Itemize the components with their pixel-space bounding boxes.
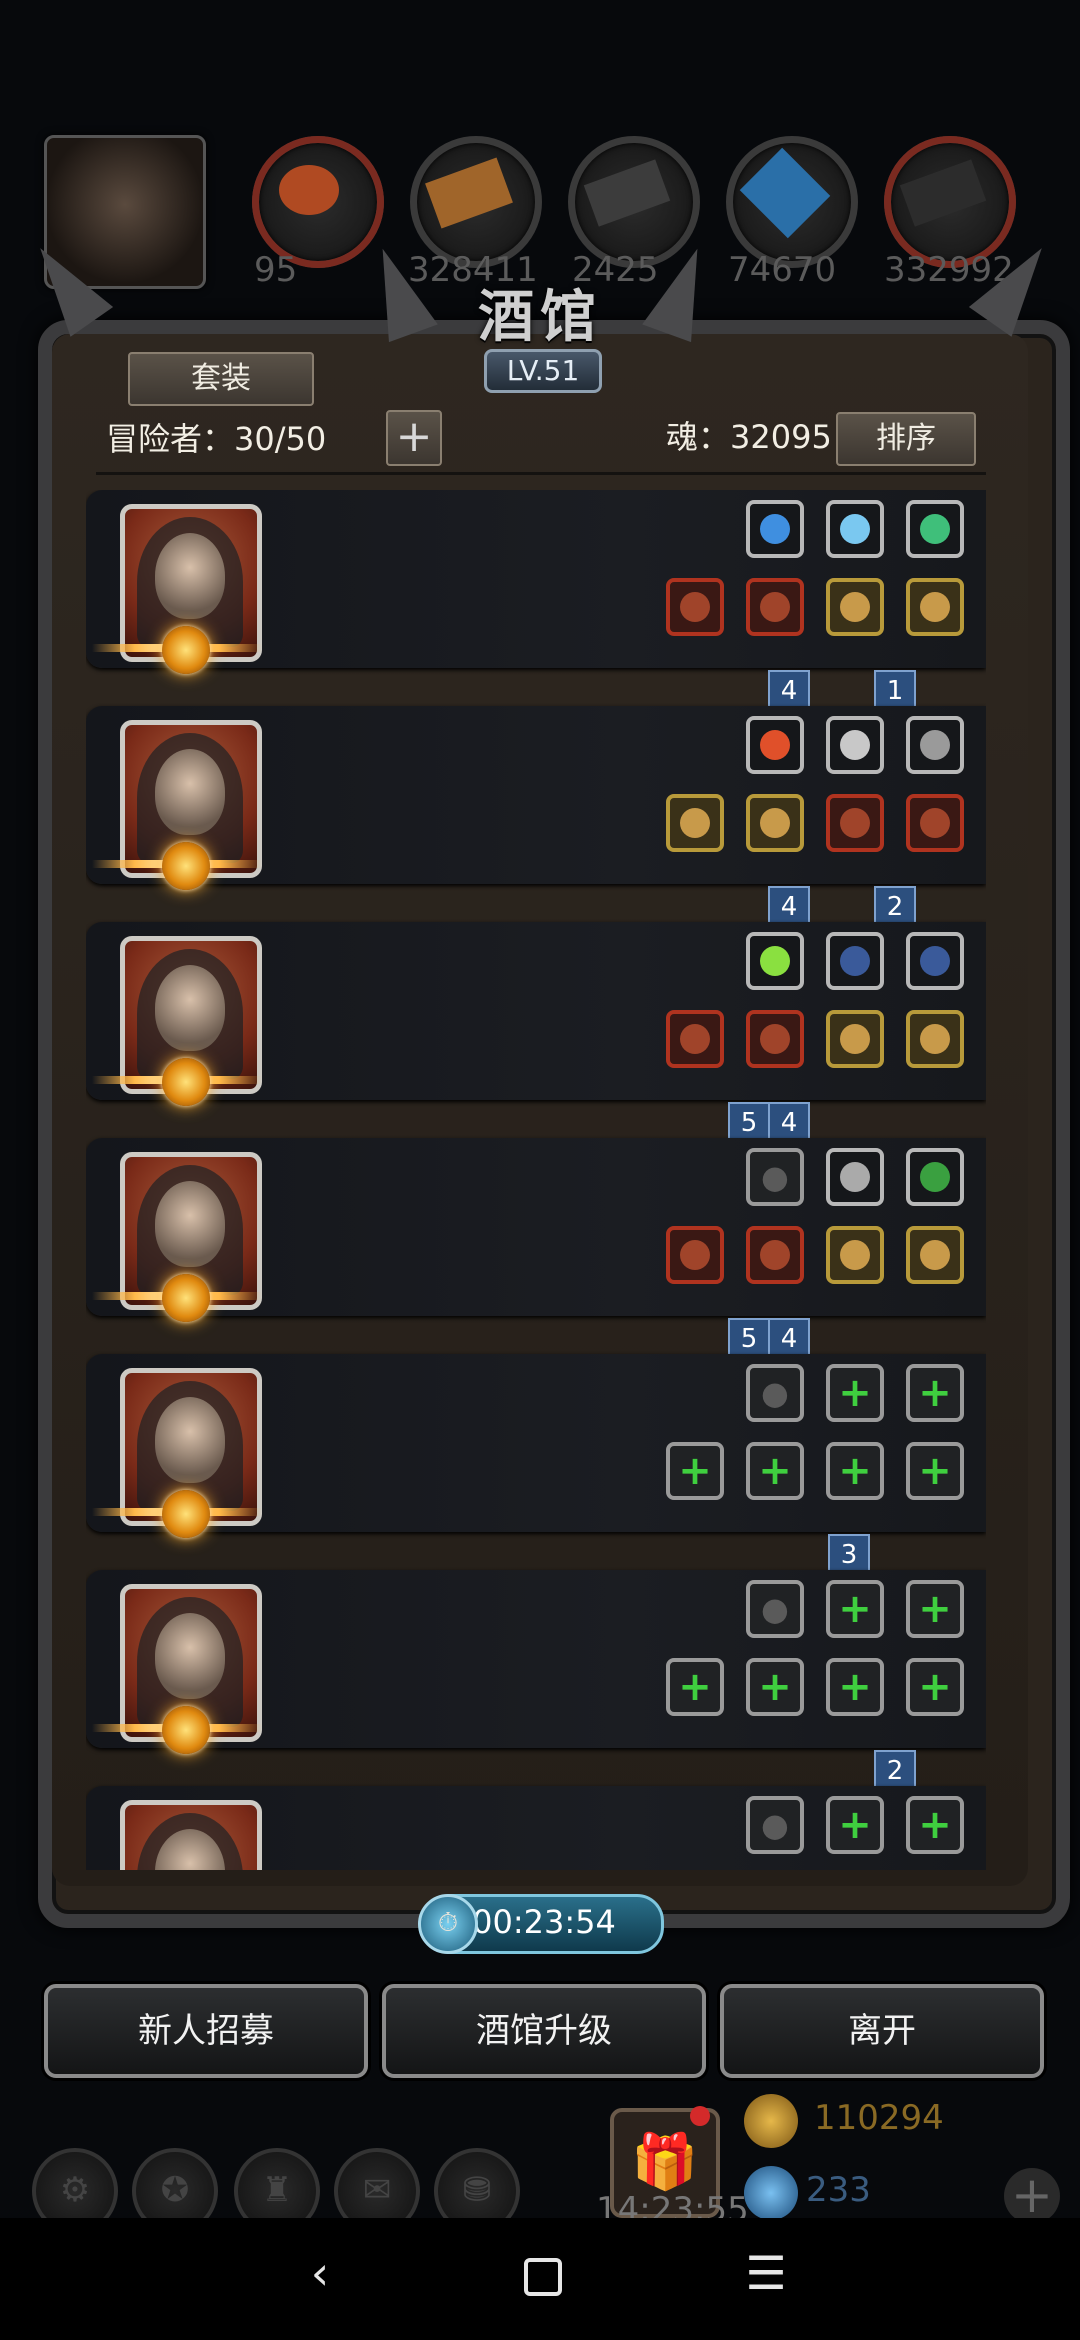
bow-icon[interactable]	[826, 932, 884, 990]
equipment-slot-icon[interactable]	[746, 1010, 804, 1068]
fire-orb-icon[interactable]	[746, 716, 804, 774]
blue-orb-icon[interactable]	[746, 500, 804, 558]
add-equipment-slot-icon[interactable]: +	[906, 1658, 964, 1716]
equipment-slot-icon[interactable]	[746, 794, 804, 852]
crystal-value: 74670	[728, 250, 837, 290]
bow-icon[interactable]	[906, 932, 964, 990]
equipment-slot-icon[interactable]	[826, 1010, 884, 1068]
sort-button[interactable]: 排序	[836, 412, 976, 466]
equipment-slot-icon[interactable]	[826, 1226, 884, 1284]
dagger-icon[interactable]	[826, 1148, 884, 1206]
equipment-slot-icon[interactable]	[906, 1226, 964, 1284]
equipment-slot-icon[interactable]	[826, 578, 884, 636]
empty-rune-slot-icon[interactable]: ●	[746, 1148, 804, 1206]
equipment-slot-icon[interactable]	[906, 794, 964, 852]
menu-icon[interactable]: ☰	[736, 2246, 796, 2300]
notification-dot	[690, 2106, 710, 2126]
equipment-slot-icon[interactable]	[746, 1226, 804, 1284]
wood-icon[interactable]	[410, 136, 542, 268]
home-icon[interactable]	[524, 2258, 562, 2296]
empty-rune-slot-icon[interactable]: ●	[746, 1364, 804, 1422]
ore-icon[interactable]	[884, 136, 1016, 268]
add-currency-icon[interactable]: +	[1004, 2168, 1060, 2224]
add-rune-slot-icon[interactable]: +	[826, 1364, 884, 1422]
gold-amount: 110294	[814, 2098, 944, 2138]
outfit-button[interactable]: 套装	[128, 352, 314, 406]
rank-emblem-icon	[162, 1706, 210, 1754]
meat-value: 95	[254, 250, 298, 290]
leave-button[interactable]: 离开	[720, 1984, 1044, 2078]
hero-card[interactable]	[86, 706, 986, 890]
equipment-slot-icon[interactable]	[666, 578, 724, 636]
add-equipment-slot-icon[interactable]: +	[746, 1442, 804, 1500]
equipment-slot-icon[interactable]	[746, 578, 804, 636]
feather-icon[interactable]	[906, 716, 964, 774]
header-divider	[96, 472, 986, 475]
crystal-icon[interactable]	[726, 136, 858, 268]
add-equipment-slot-icon[interactable]: +	[826, 1658, 884, 1716]
hero-card[interactable]: ● + + + + + +	[86, 1354, 986, 1538]
soul-count: 魂：32095	[666, 418, 832, 456]
meat-icon[interactable]	[252, 136, 384, 268]
adventurer-count: 冒险者：30/50	[106, 420, 327, 458]
empty-rune-slot-icon[interactable]: ●	[746, 1580, 804, 1638]
equipment-slot-icon[interactable]	[906, 578, 964, 636]
tavern-title: 酒馆	[478, 284, 602, 350]
hero-card[interactable]	[86, 922, 986, 1106]
green-gem-icon[interactable]	[906, 500, 964, 558]
hero-portrait[interactable]	[120, 1800, 262, 1870]
add-rune-slot-icon[interactable]: +	[826, 1580, 884, 1638]
add-equipment-slot-icon[interactable]: +	[666, 1658, 724, 1716]
gem-amount: 233	[806, 2170, 871, 2210]
rank-emblem-icon	[162, 626, 210, 674]
add-equipment-slot-icon[interactable]: +	[906, 1442, 964, 1500]
gem-icon	[744, 2166, 798, 2220]
add-rune-slot-icon[interactable]: +	[906, 1580, 964, 1638]
tavern-level-badge: LV.51	[484, 349, 602, 393]
hero-card[interactable]: ● + + + + + +	[86, 1570, 986, 1754]
hero-card[interactable]: ● + +	[86, 1786, 986, 1870]
rank-emblem-icon	[162, 842, 210, 890]
upgrade-tavern-button[interactable]: 酒馆升级	[382, 1984, 706, 2078]
empty-rune-slot-icon[interactable]: ●	[746, 1796, 804, 1854]
equipment-slot-icon[interactable]	[666, 1010, 724, 1068]
sigil-icon[interactable]	[826, 716, 884, 774]
hero-card[interactable]	[86, 490, 986, 674]
add-equipment-slot-icon[interactable]: +	[746, 1658, 804, 1716]
add-rune-slot-icon[interactable]: +	[826, 1796, 884, 1854]
rank-emblem-icon	[162, 1490, 210, 1538]
add-adventurer-slot-button[interactable]: +	[386, 410, 442, 466]
recruit-button[interactable]: 新人招募	[44, 1984, 368, 2078]
green-crystal-icon[interactable]	[746, 932, 804, 990]
rank-emblem-icon	[162, 1058, 210, 1106]
add-rune-slot-icon[interactable]: +	[906, 1796, 964, 1854]
add-equipment-slot-icon[interactable]: +	[666, 1442, 724, 1500]
back-icon[interactable]: ‹	[290, 2246, 350, 2300]
equipment-slot-icon[interactable]	[826, 794, 884, 852]
ice-armor-icon[interactable]	[826, 500, 884, 558]
add-equipment-slot-icon[interactable]: +	[826, 1442, 884, 1500]
hero-list[interactable]: 41 42 54 ● 5 4 ● + + + + + +3 ● + + + + …	[86, 490, 986, 1870]
gold-coin-icon	[744, 2094, 798, 2148]
equipment-slot-icon[interactable]	[666, 1226, 724, 1284]
equipment-slot-icon[interactable]	[666, 794, 724, 852]
add-rune-slot-icon[interactable]: +	[906, 1364, 964, 1422]
rank-emblem-icon	[162, 1274, 210, 1322]
equipment-slot-icon[interactable]	[906, 1010, 964, 1068]
hero-card[interactable]: ●	[86, 1138, 986, 1322]
green-book-icon[interactable]	[906, 1148, 964, 1206]
clock-icon: ⏱	[418, 1894, 478, 1954]
